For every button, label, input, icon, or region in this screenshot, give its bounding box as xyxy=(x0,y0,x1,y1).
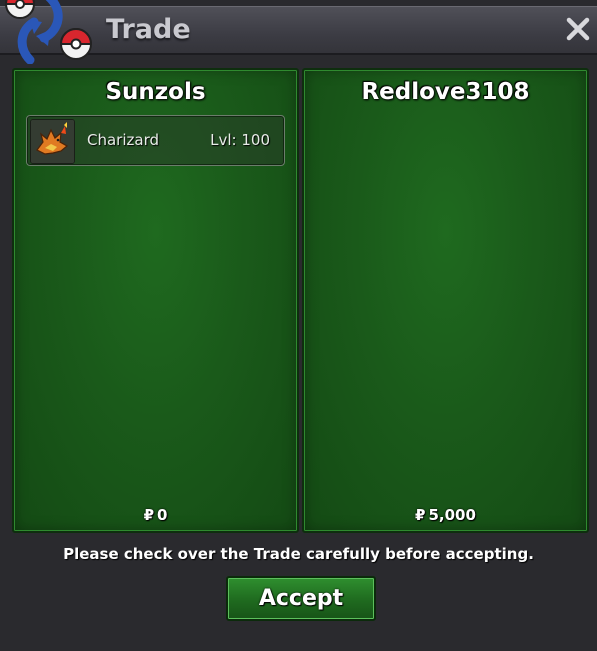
trade-logo-icon xyxy=(4,0,93,64)
left-trade-panel: Sunzols Charizard Lvl: 100 ₽0 xyxy=(12,68,299,533)
trade-notice: Please check over the Trade carefully be… xyxy=(63,545,534,563)
close-icon[interactable] xyxy=(565,16,591,42)
left-player-name: Sunzols xyxy=(105,79,206,105)
accept-button[interactable]: Accept xyxy=(226,576,376,621)
charizard-icon xyxy=(30,119,75,164)
pokemon-level: Lvl: 100 xyxy=(210,131,270,149)
right-player-name: Redlove3108 xyxy=(361,79,530,105)
trade-window: Trade Sunzols Charizard Lvl: 100 ₽ 0 Red… xyxy=(0,0,597,651)
right-trade-panel: Redlove3108 ₽5,000 xyxy=(302,68,589,533)
pokemon-name: Charizard xyxy=(87,131,159,149)
right-money-amount: 5,000 xyxy=(428,506,476,524)
right-money: ₽5,000 xyxy=(304,506,587,524)
pokedollar-icon: ₽ xyxy=(143,506,154,524)
left-money: ₽0 xyxy=(14,506,297,524)
pokedollar-icon: ₽ xyxy=(415,506,426,524)
left-money-amount: 0 xyxy=(157,506,168,524)
pokemon-slot[interactable]: Charizard Lvl: 100 xyxy=(26,115,285,166)
window-title: Trade xyxy=(106,14,191,45)
